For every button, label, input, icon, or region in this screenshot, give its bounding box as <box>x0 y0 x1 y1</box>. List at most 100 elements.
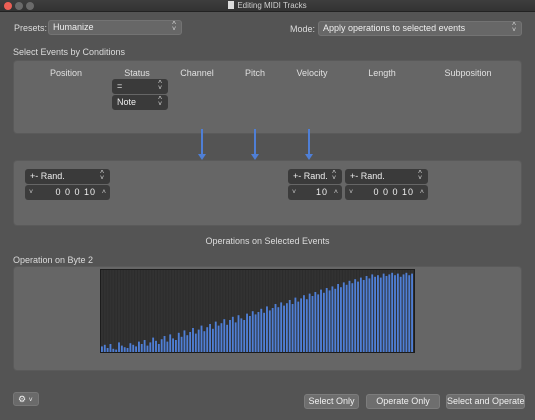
graph-bar <box>180 336 183 352</box>
graph-bar <box>342 282 345 352</box>
graph-bar <box>118 342 120 352</box>
length-value: 0 0 0 10 <box>373 187 414 197</box>
graph-bar <box>394 275 396 352</box>
graph-bar <box>248 316 251 352</box>
graph-bar <box>192 328 194 352</box>
graph-bar <box>266 306 268 352</box>
velocity-operator-value: +- Rand. <box>293 171 328 181</box>
graph-bar <box>149 342 152 352</box>
graph-bar <box>217 325 220 352</box>
graph-bar <box>223 319 226 352</box>
graph-bar <box>183 330 186 352</box>
graph-grid-column <box>174 270 177 352</box>
graph-bar <box>303 295 305 352</box>
graph-bar <box>280 302 283 352</box>
gear-icon: ⚙ <box>18 394 27 404</box>
graph-bar <box>345 284 348 352</box>
graph-bar <box>320 289 322 352</box>
mode-value: Apply operations to selected events <box>323 23 466 33</box>
graph-bar <box>277 307 280 352</box>
graph-bar <box>177 332 180 352</box>
graph-grid-column <box>126 270 129 352</box>
graph-bar <box>374 276 377 352</box>
graph-bar <box>388 274 391 352</box>
graph-bar <box>203 331 206 352</box>
graph-bar <box>163 336 166 352</box>
graph-grid-column <box>135 270 137 352</box>
graph-bar <box>115 349 118 352</box>
graph-bar <box>254 314 257 352</box>
graph-grid-column <box>157 270 160 352</box>
graph-bar <box>174 340 177 352</box>
graph-bar <box>206 327 209 352</box>
graph-bar <box>308 293 311 352</box>
mode-popup[interactable]: Apply operations to selected events ˄ ˅ <box>318 21 522 36</box>
graph-bar <box>246 313 248 352</box>
graph-bar <box>103 344 106 352</box>
graph-bar <box>357 281 359 352</box>
status-condition-popup[interactable]: = ˄ ˅ <box>112 79 168 94</box>
position-stepper[interactable]: ˅ 0 0 0 10 ˄ <box>25 185 110 200</box>
position-value: 0 0 0 10 <box>55 187 96 197</box>
graph-bar <box>257 312 260 352</box>
graph-grid-column <box>132 270 135 352</box>
velocity-operator-popup[interactable]: +- Rand. ˄ ˅ <box>288 169 342 184</box>
graph-bar <box>172 338 174 352</box>
graph-bar <box>325 288 328 352</box>
graph-bar <box>157 344 160 352</box>
operate-only-button[interactable]: Operate Only <box>366 394 440 409</box>
length-stepper[interactable]: ˅ 0 0 0 10 ˄ <box>345 185 428 200</box>
graph-grid-column <box>106 270 109 352</box>
operations-title: Operations on Selected Events <box>205 236 330 246</box>
presets-value: Humanize <box>53 22 94 32</box>
graph-bar <box>408 275 411 352</box>
presets-popup[interactable]: Humanize ˄ ˅ <box>48 20 182 35</box>
chevron-down-icon[interactable]: ˅ <box>349 185 353 200</box>
graph-bar <box>160 339 163 352</box>
graph-bar <box>109 344 112 352</box>
down-arrow-icon <box>198 129 206 160</box>
graph-bar <box>283 305 285 352</box>
chevron-up-icon[interactable]: ˄ <box>334 185 338 200</box>
graph-bar <box>140 344 143 352</box>
chevron-up-icon[interactable]: ˄ <box>420 185 424 200</box>
graph-bar <box>351 283 354 352</box>
chevron-updown-icon: ˄ ˅ <box>417 169 423 182</box>
graph-grid-column <box>146 270 149 352</box>
presets-label: Presets: <box>14 23 48 33</box>
status-value-popup[interactable]: Note ˄ ˅ <box>112 95 168 110</box>
graph-bar <box>268 310 271 352</box>
graph-bar <box>132 344 135 352</box>
gear-menu-button[interactable]: ⚙ ˅ <box>13 392 39 406</box>
graph-bar <box>271 308 274 352</box>
length-operator-value: +- Rand. <box>350 171 385 181</box>
graph-bar <box>169 334 172 352</box>
select-only-button[interactable]: Select Only <box>304 394 359 409</box>
chevron-down-icon[interactable]: ˅ <box>292 185 296 200</box>
title-bar: Editing MIDI Tracks <box>0 0 535 12</box>
graph-bar <box>359 277 362 352</box>
graph-grid-column <box>166 270 169 352</box>
graph-bar <box>129 343 132 352</box>
velocity-stepper[interactable]: ˅ 10 ˄ <box>288 185 342 200</box>
select-section-title: Select Events by Conditions <box>13 47 126 57</box>
graph-bar <box>334 288 337 352</box>
graph-bar <box>211 328 214 352</box>
length-operator-popup[interactable]: +- Rand. ˄ ˅ <box>345 169 428 184</box>
graph-bar <box>377 275 379 352</box>
graph-bar <box>337 284 340 352</box>
status-condition-value: = <box>117 81 123 91</box>
graph-bar <box>251 311 254 352</box>
graph-bar <box>146 345 149 352</box>
graph-bar <box>101 346 103 352</box>
graph-bar <box>123 347 126 352</box>
select-and-operate-button[interactable]: Select and Operate <box>446 394 525 409</box>
chevron-down-icon[interactable]: ˅ <box>29 185 33 200</box>
document-icon <box>228 1 235 9</box>
position-operator-popup[interactable]: +- Rand. ˄ ˅ <box>25 169 110 184</box>
byte2-graph[interactable] <box>100 269 415 353</box>
graph-bar <box>399 276 402 352</box>
down-arrow-icon <box>305 129 313 160</box>
chevron-up-icon[interactable]: ˄ <box>102 185 106 200</box>
graph-bar <box>220 323 223 352</box>
